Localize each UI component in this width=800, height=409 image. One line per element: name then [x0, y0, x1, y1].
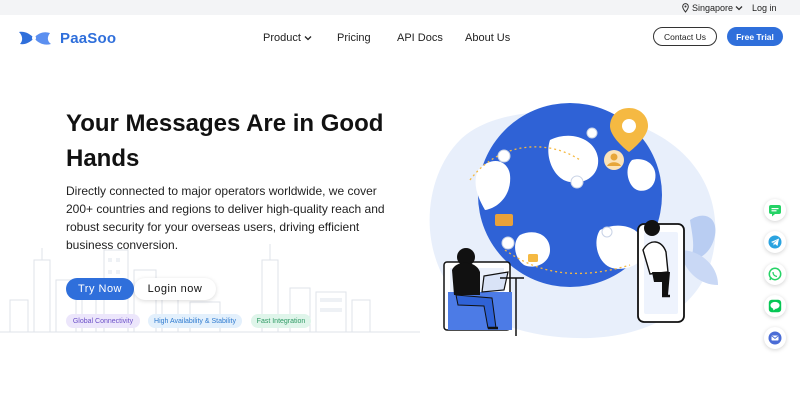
telegram-icon [768, 235, 782, 249]
paasoo-logo-icon [19, 31, 51, 45]
nav-pricing[interactable]: Pricing [337, 30, 371, 46]
login-now-button[interactable]: Login now [134, 278, 216, 300]
top-utility-bar [0, 0, 800, 15]
contact-us-button[interactable]: Contact Us [653, 27, 717, 46]
globe-messaging-illustration [429, 103, 718, 339]
free-trial-button[interactable]: Free Trial [727, 27, 783, 46]
region-selector[interactable]: Singapore [681, 1, 743, 14]
nav-product-label: Product [263, 32, 301, 44]
chevron-down-icon [304, 36, 312, 41]
whatsapp-icon [768, 267, 782, 281]
feature-tag-high-availability: High Availability & Stability [148, 314, 242, 328]
try-now-button[interactable]: Try Now [66, 278, 134, 300]
nav-about-us[interactable]: About Us [465, 30, 510, 46]
brand-logo[interactable]: PaaSoo [17, 26, 116, 50]
whatsapp-button[interactable] [764, 263, 786, 285]
top-login-link[interactable]: Log in [752, 1, 777, 14]
line-icon [768, 299, 782, 313]
chevron-down-icon [735, 5, 743, 10]
email-button[interactable] [764, 327, 786, 349]
feature-tag-fast-integration: Fast Integration [251, 314, 311, 328]
region-label: Singapore [692, 2, 734, 13]
brand-name: PaaSoo [60, 29, 117, 47]
feature-tag-global-connectivity: Global Connectivity [66, 314, 140, 328]
message-icon [769, 205, 781, 217]
nav-api-docs[interactable]: API Docs [397, 30, 443, 46]
nav-product[interactable]: Product [263, 30, 312, 46]
telegram-button[interactable] [764, 231, 786, 253]
message-chat-button[interactable] [764, 199, 786, 221]
hero-title: Your Messages Are in Good Hands [66, 110, 384, 172]
line-button[interactable] [764, 295, 786, 317]
email-icon [768, 331, 782, 345]
location-pin-icon [682, 2, 689, 13]
hero-description: Directly connected to major operators wo… [66, 184, 385, 252]
